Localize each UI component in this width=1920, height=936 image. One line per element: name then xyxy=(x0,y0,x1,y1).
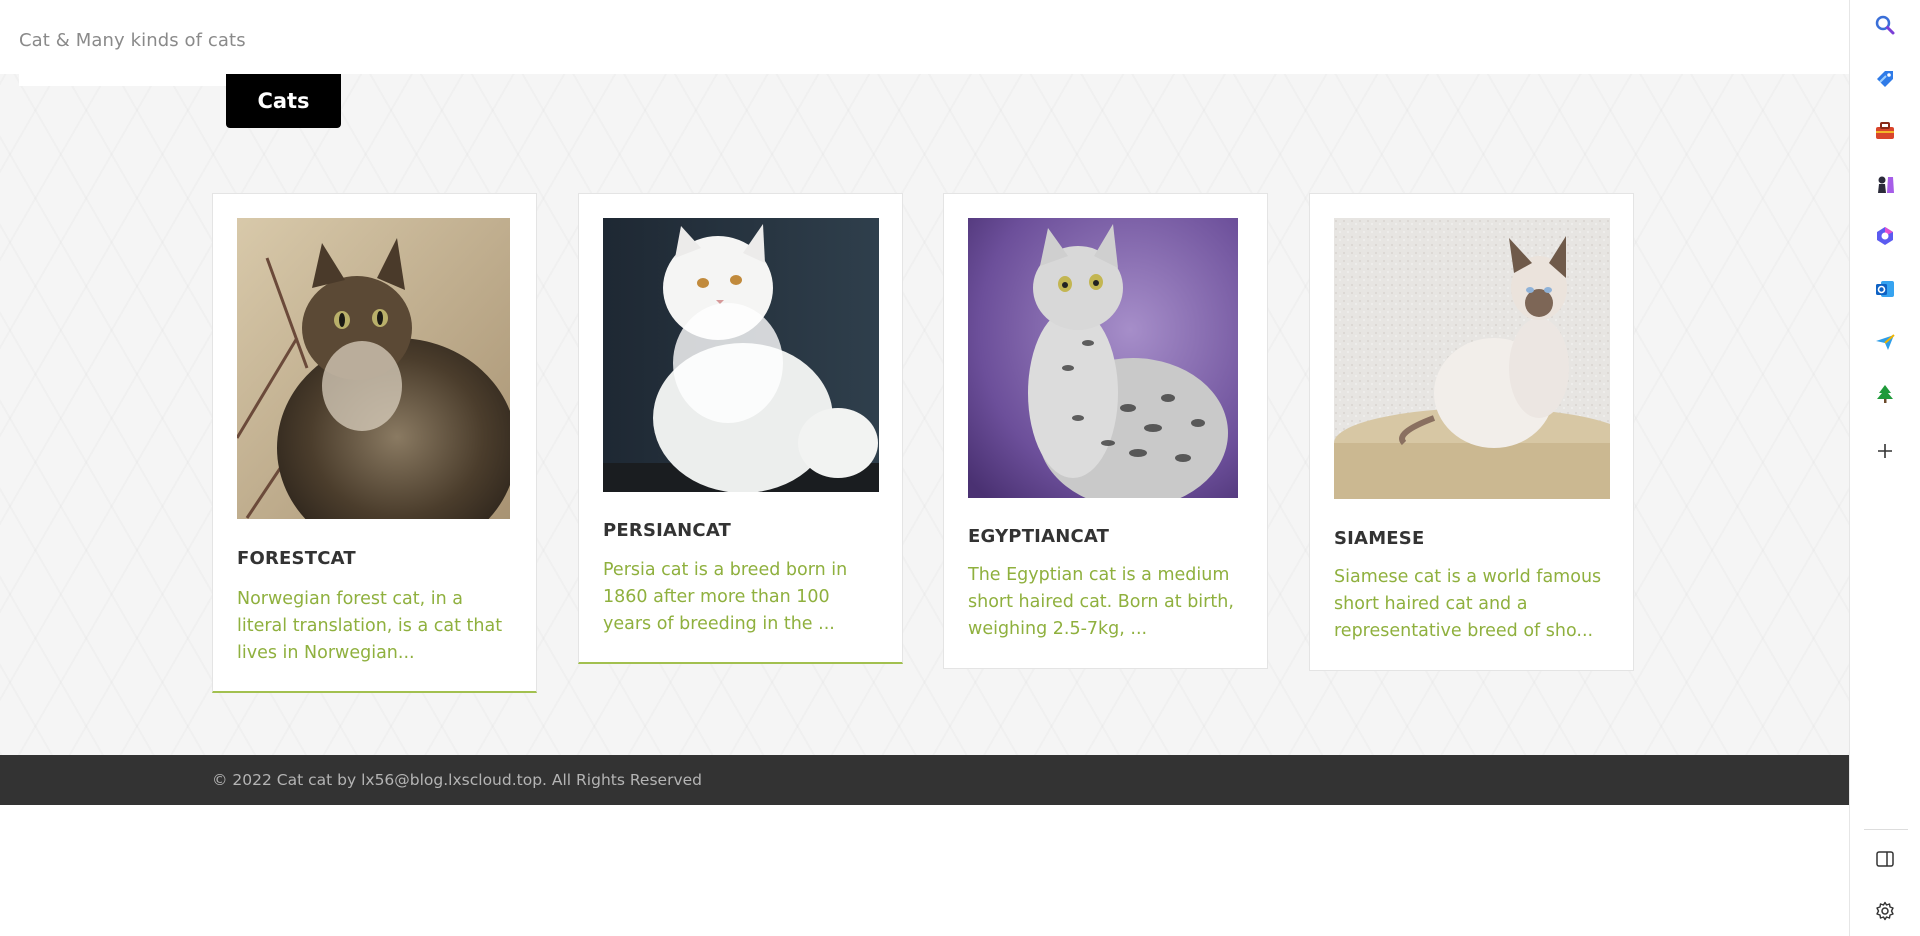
persiancat-image[interactable] xyxy=(603,218,879,492)
copilot-icon[interactable] xyxy=(1872,223,1898,249)
outlook-icon[interactable] xyxy=(1872,276,1898,302)
sidebar-divider xyxy=(1864,829,1908,830)
top-bar: Cat & Many kinds of cats xyxy=(0,0,1849,74)
toolbox-icon[interactable] xyxy=(1872,118,1898,144)
category-tab-cats[interactable]: Cats xyxy=(226,74,341,128)
cat-card-persiancat[interactable]: PERSIANCAT Persia cat is a breed born in… xyxy=(578,193,903,664)
card-description: The Egyptian cat is a medium short haire… xyxy=(968,565,1234,639)
tag-icon[interactable] xyxy=(1872,66,1898,92)
site-title[interactable]: Cat & Many kinds of cats xyxy=(19,30,246,51)
card-title[interactable]: SIAMESE xyxy=(1334,528,1424,549)
siamese-image[interactable] xyxy=(1334,218,1610,499)
egyptiancat-image[interactable] xyxy=(968,218,1238,498)
card-description: Siamese cat is a world famous short hair… xyxy=(1334,567,1602,641)
plus-icon[interactable] xyxy=(1872,438,1898,464)
send-icon[interactable] xyxy=(1872,329,1898,355)
page: Cat & Many kinds of cats Cats FORESTCAT … xyxy=(0,0,1849,936)
card-description: Norwegian forest cat, in a literal trans… xyxy=(237,589,503,663)
card-title[interactable]: FORESTCAT xyxy=(237,548,356,569)
search-icon[interactable] xyxy=(1872,12,1898,38)
forestcat-image[interactable] xyxy=(237,218,510,519)
footer-copyright: © 2022 Cat cat by lx56@blog.lxscloud.top… xyxy=(212,771,702,789)
cat-card-forestcat[interactable]: FORESTCAT Norwegian forest cat, in a lit… xyxy=(212,193,537,693)
chess-icon[interactable] xyxy=(1872,171,1898,197)
browser-sidebar xyxy=(1849,0,1920,936)
tree-icon[interactable] xyxy=(1872,381,1898,407)
cat-card-egyptiancat[interactable]: EGYPTIANCAT The Egyptian cat is a medium… xyxy=(943,193,1268,669)
card-title[interactable]: PERSIANCAT xyxy=(603,520,731,541)
split-screen-icon[interactable] xyxy=(1872,846,1898,872)
title-bar-extension xyxy=(19,74,227,86)
gear-icon[interactable] xyxy=(1872,898,1898,924)
cat-card-siamese[interactable]: SIAMESE Siamese cat is a world famous sh… xyxy=(1309,193,1634,671)
footer: © 2022 Cat cat by lx56@blog.lxscloud.top… xyxy=(0,755,1849,805)
card-title[interactable]: EGYPTIANCAT xyxy=(968,526,1109,547)
card-description: Persia cat is a breed born in 1860 after… xyxy=(603,560,848,634)
